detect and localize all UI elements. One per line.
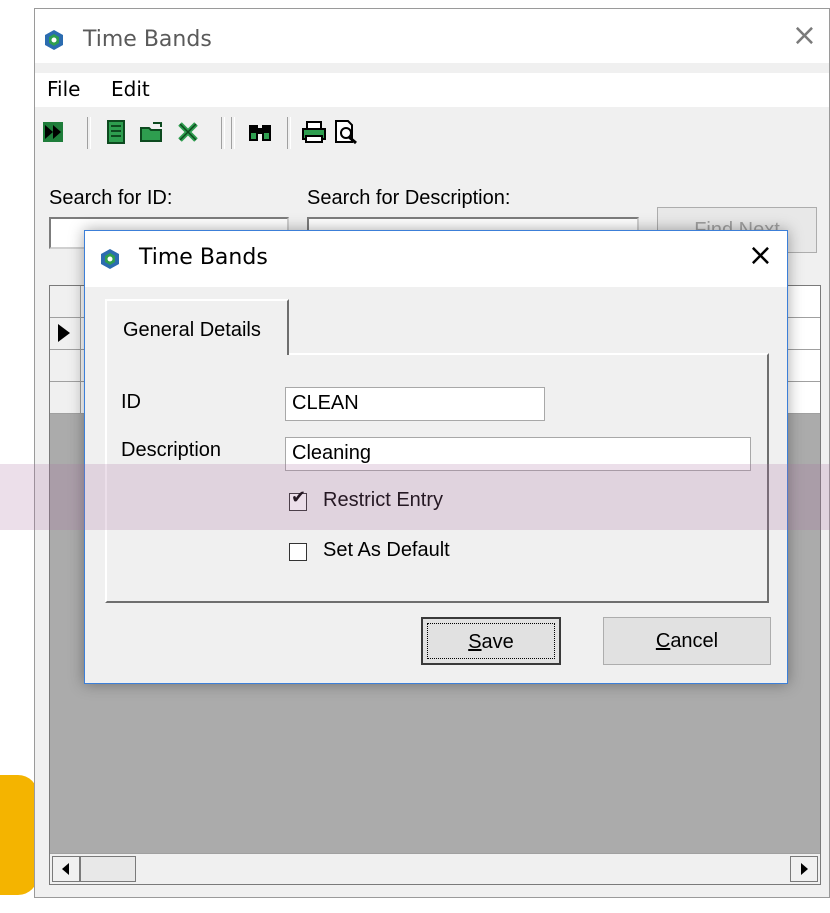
id-field[interactable]: CLEAN — [285, 387, 545, 421]
main-titlebar[interactable]: Time Bands × — [35, 9, 829, 63]
new-record-icon[interactable] — [103, 119, 129, 145]
tab-general-details[interactable]: General Details — [105, 299, 289, 355]
scrollbar-thumb[interactable] — [80, 856, 136, 882]
search-id-label: Search for ID: — [49, 187, 173, 209]
scroll-right-icon[interactable] — [790, 856, 818, 882]
description-label: Description — [121, 439, 222, 461]
save-button[interactable]: Save — [421, 617, 561, 665]
restrict-entry-label[interactable]: Restrict Entry — [323, 489, 443, 512]
background-accent — [0, 775, 38, 895]
main-window-title: Time Bands — [83, 27, 212, 52]
main-close-icon[interactable]: × — [792, 21, 817, 51]
set-as-default-checkbox[interactable] — [289, 543, 307, 561]
checkmark-icon: ✔ — [291, 487, 307, 508]
dialog-close-icon[interactable]: × — [748, 241, 773, 271]
cancel-button[interactable]: Cancel — [603, 617, 771, 665]
restrict-entry-checkbox[interactable]: ✔ — [289, 489, 307, 511]
dialog-title: Time Bands — [139, 245, 268, 270]
search-description-label: Search for Description: — [307, 187, 511, 209]
app-logo-icon — [45, 30, 63, 50]
toolbar-separator — [231, 117, 235, 149]
menubar: File Edit — [35, 73, 829, 107]
print-icon[interactable] — [301, 119, 327, 145]
current-row-indicator-icon — [58, 324, 70, 342]
description-field[interactable]: Cleaning — [285, 437, 751, 471]
find-binoculars-icon[interactable] — [247, 119, 273, 145]
toolbar — [35, 109, 829, 157]
scroll-left-icon[interactable] — [52, 856, 80, 882]
delete-icon[interactable] — [175, 119, 201, 145]
print-preview-icon[interactable] — [333, 119, 359, 145]
time-bands-dialog: Time Bands × General Details ID CLEAN De… — [84, 230, 788, 684]
toolbar-separator — [287, 117, 291, 149]
exit-icon[interactable] — [41, 119, 67, 145]
open-folder-icon[interactable] — [139, 119, 165, 145]
cancel-label: ancel — [670, 630, 719, 652]
dialog-titlebar[interactable]: Time Bands × — [85, 231, 787, 287]
tab-label: General Details — [123, 319, 261, 341]
cancel-accelerator: C — [655, 630, 671, 652]
horizontal-scrollbar[interactable] — [50, 853, 820, 884]
focus-rectangle — [427, 623, 555, 659]
set-as-default-label[interactable]: Set As Default — [323, 539, 450, 562]
id-label: ID — [121, 391, 141, 413]
toolbar-separator — [87, 117, 91, 149]
toolbar-separator — [221, 117, 225, 149]
app-logo-icon — [101, 249, 119, 269]
menu-edit[interactable]: Edit — [111, 77, 150, 101]
menu-file[interactable]: File — [47, 77, 80, 101]
